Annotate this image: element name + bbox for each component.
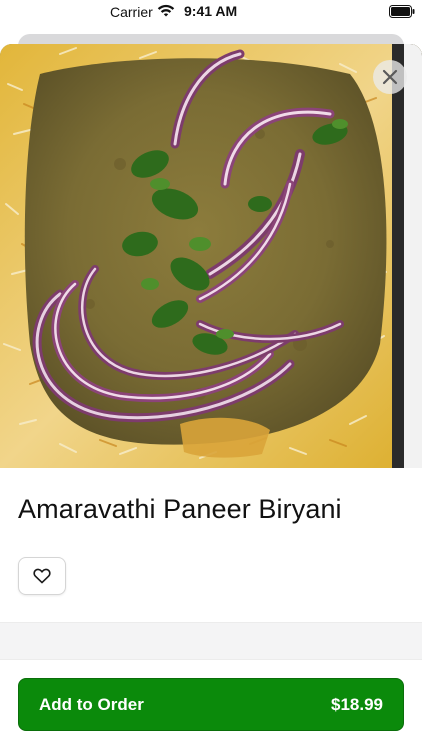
close-icon — [382, 69, 398, 85]
add-to-order-button[interactable]: Add to Order $18.99 — [18, 678, 404, 731]
price-label: $18.99 — [331, 694, 383, 714]
status-bar: Carrier 9:41 AM — [0, 0, 422, 26]
wifi-icon — [157, 4, 175, 17]
battery-icon — [389, 5, 415, 18]
item-title: Amaravathi Paneer Biryani — [18, 494, 342, 524]
heart-icon — [33, 568, 51, 584]
section-divider — [0, 622, 422, 660]
carrier-label: Carrier — [110, 4, 153, 20]
item-detail-screen: Carrier 9:41 AM Amaravathi Paneer Biryan… — [0, 0, 422, 750]
favorite-button[interactable] — [18, 557, 66, 595]
close-button[interactable] — [373, 60, 407, 94]
status-time: 9:41 AM — [184, 3, 238, 19]
add-to-order-label: Add to Order — [39, 694, 144, 714]
item-photo — [0, 44, 422, 468]
